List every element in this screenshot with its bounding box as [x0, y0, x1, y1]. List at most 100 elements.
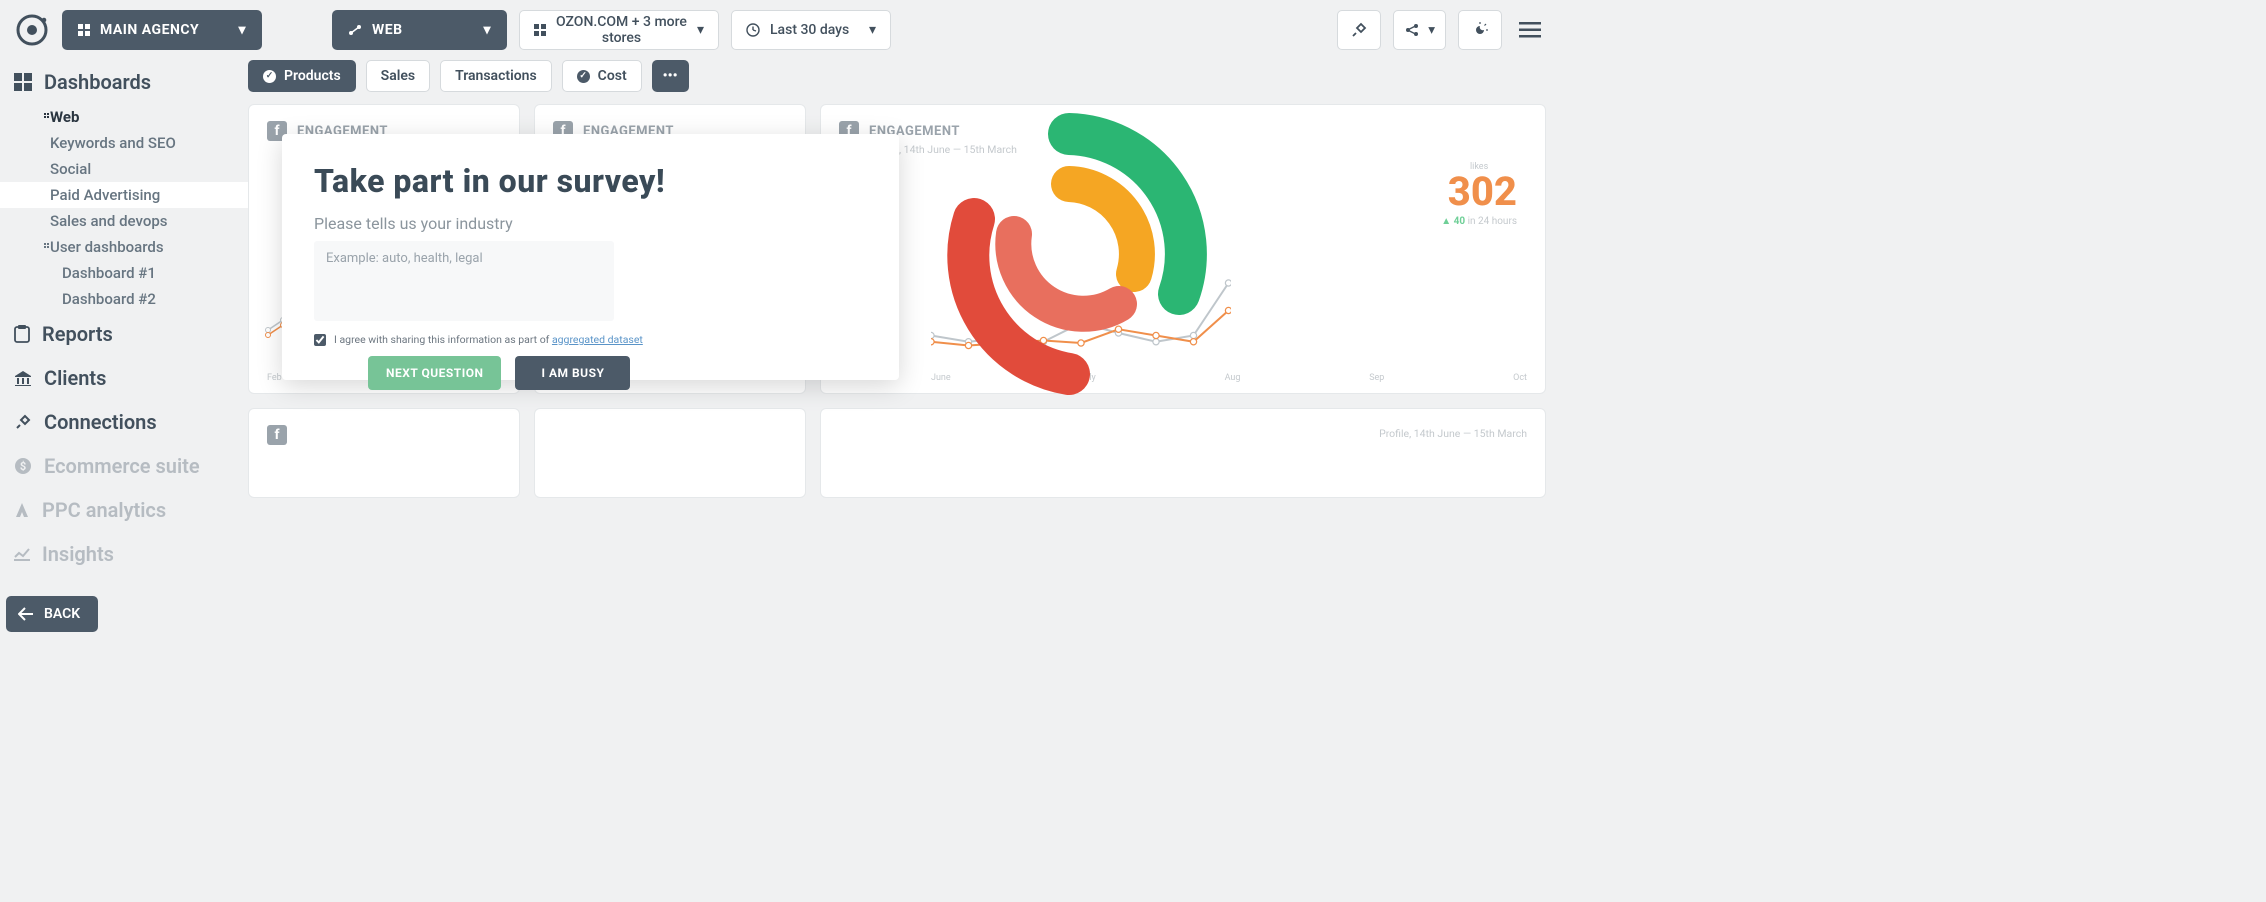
bank-icon: [14, 370, 32, 386]
clock-icon: [746, 23, 760, 37]
chevron-down-icon: ▾: [238, 22, 246, 38]
chevron-down-icon: ▾: [483, 22, 491, 38]
sidebar-item-keywords[interactable]: Keywords and SEO: [0, 130, 248, 156]
engagement-card: Profile, 14th June — 15th March: [820, 408, 1546, 498]
chart-icon: [14, 547, 30, 561]
consent-link[interactable]: aggregated dataset: [552, 333, 643, 346]
grid-icon: [78, 24, 90, 36]
sidebar-item-label: Keywords and SEO: [50, 134, 176, 152]
chevron-down-icon: ▾: [697, 22, 704, 38]
agency-label: MAIN AGENCY: [100, 22, 199, 38]
nav-label: Dashboards: [44, 70, 151, 94]
channel-selector[interactable]: WEB ▾: [332, 10, 507, 50]
menu-button[interactable]: [1514, 14, 1546, 46]
consent-text: I agree with sharing this information as…: [334, 333, 643, 346]
nav-label: PPC analytics: [42, 498, 166, 522]
nav-connections[interactable]: Connections: [0, 400, 248, 444]
arrow-left-icon: [18, 607, 34, 621]
consent-checkbox[interactable]: [314, 334, 326, 346]
theme-button[interactable]: [1458, 10, 1502, 50]
button-label: I AM BUSY: [541, 366, 604, 380]
nav-ppc[interactable]: PPC analytics: [0, 488, 248, 532]
sidebar: Dashboards Web Keywords and SEO Social P…: [0, 60, 248, 644]
card-subtitle: Profile, 14th June — 15th March: [839, 427, 1527, 440]
stat-value: 302: [1441, 172, 1517, 212]
sidebar-item-label: Paid Advertising: [50, 186, 160, 204]
nav-label: Insights: [42, 542, 114, 566]
store-selector[interactable]: OZON.COM + 3 more stores ▾: [519, 10, 719, 50]
chevron-down-icon: ▾: [869, 22, 876, 38]
consent-row[interactable]: I agree with sharing this information as…: [314, 333, 867, 346]
chevron-down-icon: ▾: [1428, 23, 1435, 38]
sidebar-item-social[interactable]: Social: [0, 156, 248, 182]
sidebar-item-label: Social: [50, 160, 91, 178]
nav-label: Clients: [44, 366, 106, 390]
clipboard-icon: [14, 325, 30, 343]
tab-products[interactable]: ✓ Products: [248, 60, 356, 92]
modal-question: Please tells us your industry: [314, 214, 867, 233]
engagement-card: f: [248, 408, 520, 498]
modal-title: Take part in our survey!: [314, 162, 867, 200]
sun-moon-icon: [1471, 21, 1489, 39]
tab-sales[interactable]: Sales: [366, 60, 430, 92]
tab-label: Cost: [598, 68, 627, 84]
plug-icon: [1351, 22, 1367, 38]
grid-icon: [14, 73, 32, 91]
tab-row: ✓ Products Sales Transactions ✓ Cost •••: [248, 60, 1546, 104]
ellipsis-icon: •••: [663, 68, 678, 84]
network-icon: [348, 24, 362, 36]
dollar-icon: $: [14, 457, 32, 475]
nav-dashboards[interactable]: Dashboards: [0, 60, 248, 104]
engagement-card: [534, 408, 806, 498]
sidebar-item-label: User dashboards: [50, 238, 164, 256]
nav-reports[interactable]: Reports: [0, 312, 248, 356]
nav-insights[interactable]: Insights: [0, 532, 248, 576]
tab-cost[interactable]: ✓ Cost: [562, 60, 642, 92]
i-am-busy-button[interactable]: I AM BUSY: [515, 356, 630, 390]
sidebar-item-label: Sales and devops: [50, 212, 167, 230]
nav-label: Reports: [42, 322, 113, 346]
sidebar-item-label: Dashboard #2: [62, 290, 156, 308]
store-label: OZON.COM + 3 more stores: [556, 14, 687, 46]
agency-selector[interactable]: MAIN AGENCY ▾: [62, 10, 262, 50]
tab-transactions[interactable]: Transactions: [440, 60, 552, 92]
tab-label: Products: [284, 68, 341, 84]
nav-label: Connections: [44, 410, 157, 434]
sidebar-item-sales-devops[interactable]: Sales and devops: [0, 208, 248, 234]
nav-ecommerce[interactable]: $ Ecommerce suite: [0, 444, 248, 488]
hamburger-icon: [1519, 22, 1541, 38]
sidebar-item-paid-advertising[interactable]: Paid Advertising: [0, 182, 248, 208]
sidebar-item-label: Dashboard #1: [62, 264, 156, 282]
sidebar-item-dashboard-2[interactable]: Dashboard #2: [0, 286, 248, 312]
plug-button[interactable]: [1337, 10, 1381, 50]
survey-modal: Take part in our survey! Please tells us…: [282, 134, 899, 380]
back-label: BACK: [44, 606, 80, 622]
industry-input[interactable]: [314, 241, 614, 321]
tab-label: Transactions: [455, 68, 537, 84]
channel-label: WEB: [372, 22, 403, 38]
grid-icon: [534, 24, 546, 36]
more-tabs-button[interactable]: •••: [652, 60, 689, 92]
sidebar-item-dashboard-1[interactable]: Dashboard #1: [0, 260, 248, 286]
sidebar-item-user-dashboards[interactable]: User dashboards: [0, 234, 248, 260]
sidebar-item-web[interactable]: Web: [0, 104, 248, 130]
share-button[interactable]: ▾: [1393, 10, 1446, 50]
share-icon: [1404, 23, 1420, 37]
nav-clients[interactable]: Clients: [0, 356, 248, 400]
tab-label: Sales: [381, 68, 415, 84]
check-icon: ✓: [577, 70, 590, 83]
sidebar-item-label: Web: [50, 108, 79, 126]
back-button[interactable]: BACK: [6, 596, 98, 632]
check-icon: ✓: [263, 70, 276, 83]
svg-text:$: $: [20, 460, 26, 473]
facebook-icon: f: [267, 425, 287, 445]
date-range-selector[interactable]: Last 30 days ▾: [731, 10, 891, 50]
top-bar: MAIN AGENCY ▾ WEB ▾ OZON.COM + 3 more st…: [0, 0, 1560, 60]
stat-delta: ▲ 40 in 24 hours: [1441, 216, 1517, 227]
dashboards-sublist: Web Keywords and SEO Social Paid Adverti…: [0, 104, 248, 312]
plug-icon: [14, 413, 32, 431]
logo-icon: [14, 12, 50, 48]
next-question-button[interactable]: NEXT QUESTION: [368, 356, 501, 390]
date-label: Last 30 days: [770, 22, 849, 38]
ads-icon: [14, 502, 30, 518]
